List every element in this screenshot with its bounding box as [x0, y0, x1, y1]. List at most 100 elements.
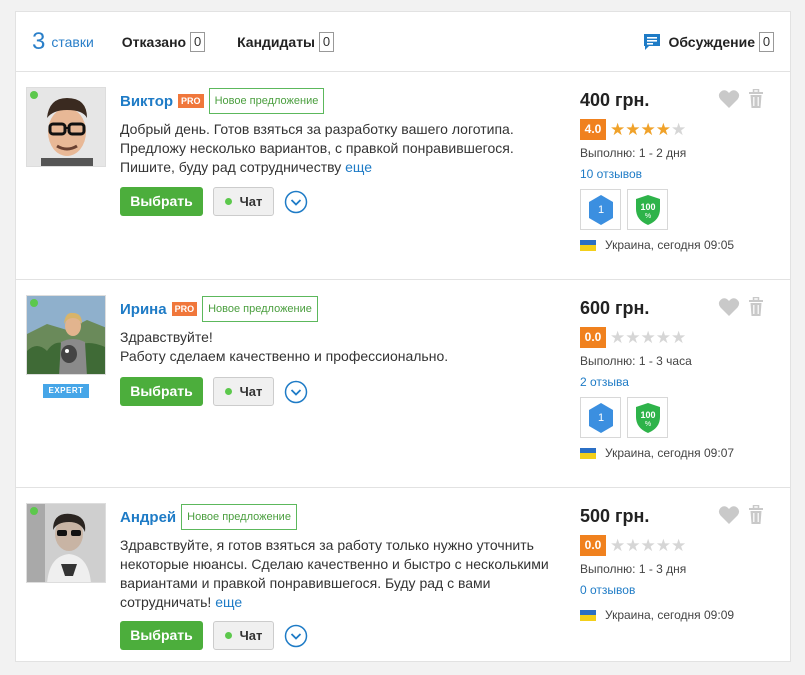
pro-badge: PRO — [171, 302, 198, 316]
chevron-down-icon[interactable] — [284, 624, 308, 648]
trash-icon[interactable] — [748, 297, 764, 317]
rating-score: 0.0 — [580, 327, 606, 348]
bids-panel: 3 ставки Отказано 0 Кандидаты 0 Обсужден… — [15, 11, 791, 662]
bid-message-line: Работу сделаем качественно и профессиона… — [120, 348, 449, 364]
safe-badge-percent: 100 — [640, 410, 655, 420]
star-empty-icon: ★ — [671, 536, 687, 555]
rating-score: 0.0 — [580, 535, 606, 556]
duration-text: Выполню: 1 - 2 дня — [580, 146, 687, 160]
heart-icon[interactable] — [718, 297, 740, 317]
online-dot-icon — [224, 198, 232, 205]
online-indicator — [30, 299, 38, 307]
svg-text:%: % — [644, 421, 650, 428]
location-text: Украина, сегодня 09:07 — [605, 446, 735, 460]
location: Украина, сегодня 09:07 — [580, 446, 780, 460]
level-badge-number: 1 — [597, 204, 603, 216]
bid-message: Здравствуйте! Работу сделаем качественно… — [120, 328, 560, 366]
location: Украина, сегодня 09:05 — [580, 238, 780, 252]
chevron-down-icon[interactable] — [284, 190, 308, 214]
star-filled-icon: ★ — [610, 120, 626, 139]
trash-icon[interactable] — [748, 89, 764, 109]
ukraine-flag-icon — [580, 609, 596, 621]
bid-message: Добрый день. Готов взяться за разработку… — [120, 120, 560, 177]
duration-text: Выполню: 1 - 3 часа — [580, 354, 692, 368]
safe-badge: 100 % — [627, 397, 668, 438]
star-empty-icon: ★ — [610, 536, 626, 555]
chat-button[interactable]: Чат — [213, 377, 274, 406]
select-button[interactable]: Выбрать — [120, 377, 203, 406]
candidates-count: 0 — [319, 31, 335, 52]
tab-bids[interactable]: 3 ставки — [32, 28, 94, 56]
location: Украина, сегодня 09:09 — [580, 608, 780, 622]
bid-message: Здравствуйте, я готов взяться за работу … — [120, 536, 560, 612]
bids-label: ставки — [51, 33, 94, 50]
star-empty-icon: ★ — [655, 328, 671, 347]
bid-content: Андрей Новое предложение Здравствуйте, я… — [120, 503, 560, 650]
freelancer-name[interactable]: Андрей — [120, 509, 176, 526]
ukraine-flag-icon — [580, 239, 596, 251]
pro-badge: PRO — [178, 94, 204, 108]
rating-score: 4.0 — [580, 119, 606, 140]
star-empty-icon: ★ — [625, 328, 641, 347]
chat-button[interactable]: Чат — [213, 187, 274, 216]
avatar[interactable] — [26, 87, 106, 167]
trash-icon[interactable] — [748, 505, 764, 525]
reviews-link[interactable]: 10 отзывов — [580, 167, 780, 181]
chat-label: Чат — [239, 384, 263, 399]
bid-message-text: Здравствуйте, я готов взяться за работу … — [120, 537, 549, 610]
level-badge: 1 — [580, 189, 621, 230]
safe-badge-percent: 100 — [640, 202, 655, 212]
online-indicator — [30, 507, 38, 515]
star-empty-icon: ★ — [610, 328, 626, 347]
star-empty-icon: ★ — [671, 328, 687, 347]
chat-label: Чат — [239, 194, 263, 209]
heart-icon[interactable] — [718, 505, 740, 525]
chevron-down-icon[interactable] — [284, 380, 308, 404]
candidates-label: Кандидаты — [237, 33, 316, 50]
bid-message-text: Добрый день. Готов взяться за разработку… — [120, 121, 514, 175]
select-button[interactable]: Выбрать — [120, 187, 203, 216]
new-offer-tag: Новое предложение — [208, 88, 325, 114]
online-dot-icon — [224, 632, 232, 639]
bid-side: 500 грн. 0.0 ★ ★ ★ ★ ★ Выполню: 1 - 3 дня 0 … — [580, 503, 780, 622]
bids-count: 3 — [32, 27, 46, 55]
more-link[interactable]: еще — [345, 159, 372, 175]
avatar[interactable] — [26, 503, 106, 583]
star-empty-icon: ★ — [655, 536, 671, 555]
freelancer-name[interactable]: Ирина — [120, 301, 167, 318]
star-empty-icon: ★ — [640, 536, 656, 555]
bid-side: 400 грн. 4.0 ★ ★ ★ ★ ★ Выполню: 1 - 2 дня 10… — [580, 87, 780, 252]
reviews-link[interactable]: 2 отзыва — [580, 375, 780, 389]
star-empty-icon: ★ — [640, 328, 656, 347]
new-offer-tag: Новое предложение — [202, 296, 318, 322]
heart-icon[interactable] — [718, 89, 740, 109]
location-text: Украина, сегодня 09:09 — [605, 608, 735, 622]
tab-candidates[interactable]: Кандидаты 0 — [237, 31, 335, 52]
duration-text: Выполню: 1 - 3 дня — [580, 562, 687, 576]
rejected-label: Отказано — [121, 33, 187, 50]
rejected-count: 0 — [190, 31, 206, 52]
bid-card: EXPERT Ирина PRO Новое предложение Здрав… — [16, 280, 790, 488]
reviews-link[interactable]: 0 отзывов — [580, 583, 780, 597]
discussion-label: Обсуждение — [668, 33, 755, 50]
discussion-count: 0 — [759, 31, 774, 52]
chat-label: Чат — [239, 628, 263, 643]
rating-stars: ★ ★ ★ ★ ★ — [610, 537, 686, 554]
expert-badge: EXPERT — [43, 384, 89, 398]
chat-bubble-icon — [644, 33, 661, 50]
select-button[interactable]: Выбрать — [120, 621, 203, 650]
bid-message-line: Здравствуйте! — [120, 329, 213, 345]
online-dot-icon — [224, 388, 232, 395]
bid-card: Андрей Новое предложение Здравствуйте, я… — [16, 488, 790, 662]
bid-side: 600 грн. 0.0 ★ ★ ★ ★ ★ Выполню: 1 - 3 часа 2… — [580, 295, 780, 460]
avatar[interactable] — [26, 295, 106, 375]
more-link[interactable]: еще — [215, 594, 242, 610]
tab-discussion[interactable]: Обсуждение 0 — [642, 31, 774, 52]
bid-content: Виктор PRO Новое предложение Добрый день… — [120, 87, 560, 216]
star-empty-icon: ★ — [671, 120, 687, 139]
tab-rejected[interactable]: Отказано 0 — [121, 31, 206, 52]
tabs-bar: 3 ставки Отказано 0 Кандидаты 0 Обсужден… — [16, 12, 790, 72]
freelancer-name[interactable]: Виктор — [120, 93, 173, 110]
chat-button[interactable]: Чат — [213, 621, 274, 650]
star-filled-icon: ★ — [625, 120, 641, 139]
